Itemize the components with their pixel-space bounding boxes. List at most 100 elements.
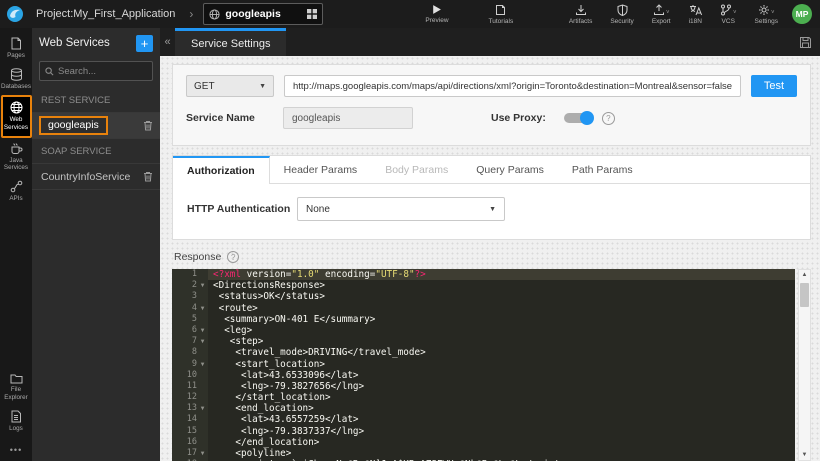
add-service-button[interactable]: + xyxy=(136,34,153,52)
service-item-googleapis[interactable]: googleapis xyxy=(32,112,160,139)
caret-down-icon: ▼ xyxy=(489,205,496,213)
trash-icon[interactable] xyxy=(143,171,153,182)
code-line: 10 <lat>43.6533096</lat> xyxy=(172,369,795,381)
use-proxy-toggle[interactable] xyxy=(563,111,594,125)
service-name: googleapis xyxy=(39,116,108,135)
service-settings-content: GET ▼ Test Service Name Use Proxy: ? xyxy=(160,56,820,461)
i18n-label: i18N xyxy=(688,17,702,25)
sidebar-item-databases[interactable]: Databases xyxy=(0,64,32,95)
tab-authorization[interactable]: Authorization xyxy=(173,156,270,184)
line-number-gutter[interactable]: 13 ▼ xyxy=(172,403,208,415)
xml-response-editor[interactable]: 1 <?xml version="1.0" encoding="UTF-8"?> 2… xyxy=(172,269,795,461)
fold-toggle-icon: ▼ xyxy=(200,360,205,368)
folder-icon xyxy=(10,373,23,384)
save-icon[interactable] xyxy=(790,28,820,56)
fold-toggle-icon: ▼ xyxy=(200,326,205,334)
scroll-up-icon[interactable]: ▲ xyxy=(802,270,808,280)
service-search-box[interactable] xyxy=(39,61,153,81)
fold-toggle-icon: ▼ xyxy=(200,304,205,312)
editor-scrollbar[interactable]: ▲ ▼ xyxy=(798,269,811,461)
vcs-button[interactable]: ˅ VCS xyxy=(714,4,743,25)
sidebar-item-java-services[interactable]: Java Services xyxy=(0,138,32,176)
book-icon xyxy=(495,4,506,16)
selected-service-name: googleapis xyxy=(225,8,281,20)
code-line: 15 <lng>-79.3837337</lng> xyxy=(172,425,795,437)
method-value: GET xyxy=(194,80,215,92)
tutorials-button[interactable]: Tutorials xyxy=(483,4,520,25)
code-line: 5 <summary>ON-401 E</summary> xyxy=(172,313,795,325)
code-line: 13 ▼ <end_location> xyxy=(172,403,795,415)
trash-icon[interactable] xyxy=(143,120,153,131)
wavemaker-logo-icon[interactable] xyxy=(0,0,30,28)
line-number-gutter: 15 xyxy=(172,425,208,437)
help-icon[interactable]: ? xyxy=(227,251,240,263)
sidebar-item-apis[interactable]: APIs xyxy=(0,176,32,207)
code-line: 11 <lng>-79.3827656</lng> xyxy=(172,380,795,393)
fold-toggle-icon: ▼ xyxy=(200,405,205,413)
sidebar-item-file-explorer[interactable]: File Explorer xyxy=(0,369,32,405)
code-line: 2 ▼ <DirectionsResponse> xyxy=(172,280,795,292)
http-authentication-select[interactable]: None ▼ xyxy=(297,197,505,221)
play-icon xyxy=(431,4,442,15)
globe-icon xyxy=(10,101,23,114)
line-number-gutter[interactable]: 9 ▼ xyxy=(172,358,208,370)
help-icon[interactable]: ? xyxy=(601,111,615,125)
fold-toggle-icon: ▼ xyxy=(200,282,205,290)
branch-icon xyxy=(720,4,732,16)
settings-label: Settings xyxy=(754,17,779,25)
tab-body-params[interactable]: Body Params xyxy=(371,156,462,183)
search-input[interactable] xyxy=(58,65,138,77)
artifacts-label: Artifacts xyxy=(568,17,593,25)
sidebar-item-logs[interactable]: Logs xyxy=(0,406,32,437)
collapse-panel-button[interactable]: « xyxy=(160,28,175,56)
fold-toggle-icon: ▼ xyxy=(200,338,205,346)
preview-button[interactable]: Preview xyxy=(419,4,454,25)
param-tab-bar: Authorization Header Params Body Params … xyxy=(173,156,810,184)
request-form-card: GET ▼ Test Service Name Use Proxy: ? xyxy=(172,64,811,146)
more-menu-icon[interactable]: ••• xyxy=(10,437,22,461)
line-number-gutter[interactable]: 2 ▼ xyxy=(172,280,208,292)
line-number-gutter[interactable]: 17 ▼ xyxy=(172,448,208,460)
artifacts-button[interactable]: Artifacts xyxy=(563,4,598,25)
http-method-select[interactable]: GET ▼ xyxy=(186,75,274,97)
export-button[interactable]: ˅ Export xyxy=(646,3,677,25)
download-icon xyxy=(575,4,587,16)
search-icon xyxy=(45,66,54,76)
project-name: Project:My_First_Application xyxy=(36,8,176,20)
code-line: 7 ▼ <step> xyxy=(172,336,795,348)
tab-header-params[interactable]: Header Params xyxy=(270,156,372,183)
user-avatar[interactable]: MP xyxy=(792,4,812,24)
caret-down-icon: ▼ xyxy=(259,82,266,90)
code-line: 12 </start_location> xyxy=(172,392,795,404)
code-line: 1 <?xml version="1.0" encoding="UTF-8"?> xyxy=(172,269,795,281)
service-name-input[interactable] xyxy=(283,107,413,129)
test-button[interactable]: Test xyxy=(751,75,797,97)
grid-icon[interactable] xyxy=(307,9,318,19)
web-services-panel: Web Services + REST SERVICE googleapis S… xyxy=(32,28,160,461)
shield-icon xyxy=(617,3,628,16)
main-area: « Service Settings GET ▼ Test xyxy=(160,28,820,461)
panel-title: Web Services xyxy=(39,37,110,49)
service-selector-dropdown[interactable]: googleapis xyxy=(203,3,324,25)
sidebar-item-pages[interactable]: Pages xyxy=(0,33,32,64)
line-number-gutter[interactable]: 6 ▼ xyxy=(172,324,208,337)
scrollbar-thumb[interactable] xyxy=(800,283,809,307)
security-button[interactable]: Security xyxy=(604,3,639,25)
settings-button[interactable]: ˅ Settings xyxy=(749,4,785,25)
response-editor-row: 1 <?xml version="1.0" encoding="UTF-8"?> 2… xyxy=(172,269,811,461)
section-title-rest: REST SERVICE xyxy=(41,95,111,106)
line-number-gutter: 5 xyxy=(172,313,208,325)
line-number-gutter[interactable]: 4 ▼ xyxy=(172,302,208,314)
service-item-countryinfoservice[interactable]: CountryInfoService xyxy=(32,163,160,190)
code-line: 17 ▼ <polyline> xyxy=(172,448,795,460)
globe-icon xyxy=(209,8,220,20)
tab-query-params[interactable]: Query Params xyxy=(462,156,558,183)
gear-icon xyxy=(758,4,770,16)
scroll-down-icon[interactable]: ▼ xyxy=(802,450,808,460)
line-number-gutter[interactable]: 7 ▼ xyxy=(172,336,208,348)
tab-path-params[interactable]: Path Params xyxy=(558,156,647,183)
request-url-input[interactable] xyxy=(284,75,741,97)
i18n-button[interactable]: i18N xyxy=(683,4,708,25)
tab-service-settings[interactable]: Service Settings xyxy=(175,28,287,56)
sidebar-item-web-services[interactable]: Web Services xyxy=(0,95,32,138)
